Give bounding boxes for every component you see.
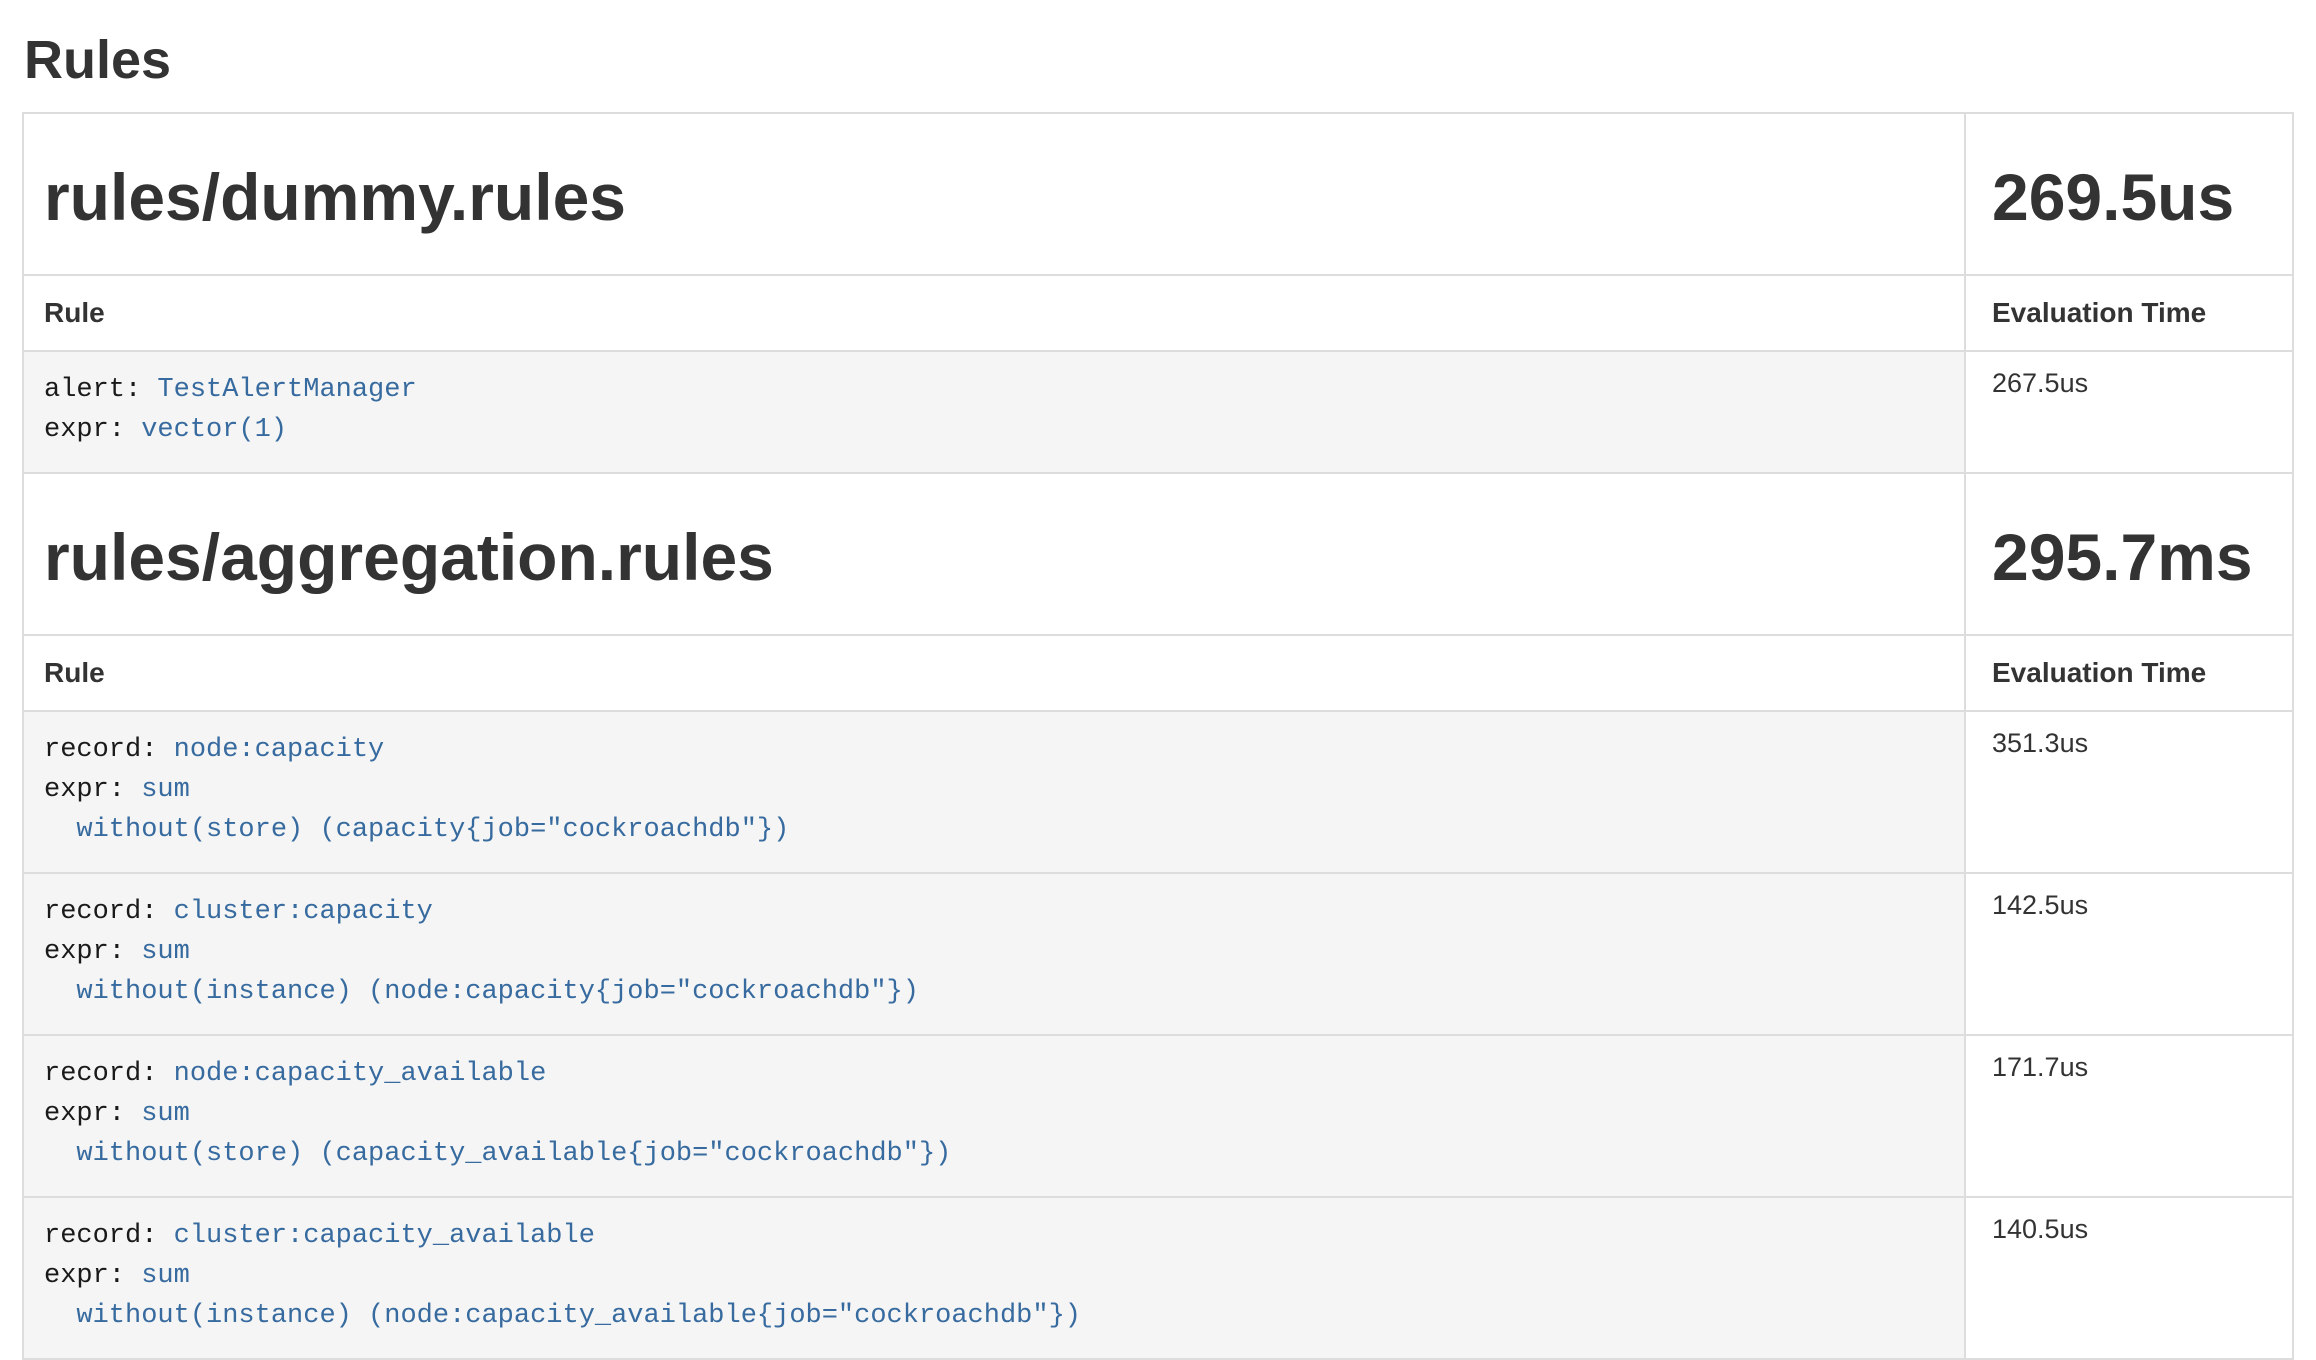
rule-group-eval-total: 295.7ms xyxy=(1992,520,2272,596)
rule-row: record: node:capacity_availableexpr: sum… xyxy=(23,1035,2293,1197)
rule-code-line: record: cluster:capacity_available xyxy=(44,1216,1944,1256)
rule-row: record: node:capacityexpr: sum without(s… xyxy=(23,711,2293,873)
eval-time-cell: 267.5us xyxy=(1965,351,2293,473)
eval-time-column-header: Evaluation Time xyxy=(1965,275,2293,351)
rule-code: record: cluster:capacity_availableexpr: … xyxy=(44,1216,1944,1336)
rule-row: record: cluster:capacity_availableexpr: … xyxy=(23,1197,2293,1359)
rule-code: record: node:capacity_availableexpr: sum… xyxy=(44,1054,1944,1174)
rule-group-eval-total-cell: 295.7ms xyxy=(1965,473,2293,635)
rule-code-text xyxy=(44,815,76,845)
rule-row: record: cluster:capacityexpr: sum withou… xyxy=(23,873,2293,1035)
column-header-row: Rule Evaluation Time xyxy=(23,275,2293,351)
rule-code-text: record: xyxy=(44,1059,174,1089)
rule-code: record: node:capacityexpr: sum without(s… xyxy=(44,730,1944,850)
rule-group-file-cell: rules/aggregation.rules xyxy=(23,473,1965,635)
rule-column-header: Rule xyxy=(23,275,1965,351)
rule-link[interactable]: without(instance) (node:capacity{job="co… xyxy=(76,977,919,1007)
rule-column-header: Rule xyxy=(23,635,1965,711)
rule-group-eval-total-cell: 269.5us xyxy=(1965,113,2293,275)
rule-group-file: rules/dummy.rules xyxy=(44,160,1944,236)
rule-link[interactable]: vector(1) xyxy=(141,415,287,445)
rule-code-text: record: xyxy=(44,735,174,765)
rule-code-text: record: xyxy=(44,1221,174,1251)
rule-code-text: expr: xyxy=(44,415,141,445)
rule-code-line: record: cluster:capacity xyxy=(44,892,1944,932)
rules-table: rules/dummy.rules 269.5us Rule Evaluatio… xyxy=(22,112,2294,1360)
rule-code-line: expr: vector(1) xyxy=(44,410,1944,450)
rule-code-line: expr: sum xyxy=(44,770,1944,810)
rule-cell: record: node:capacityexpr: sum without(s… xyxy=(23,711,1965,873)
rule-link[interactable]: node:capacity_available xyxy=(174,1059,547,1089)
rule-code-line: expr: sum xyxy=(44,1094,1944,1134)
rule-link[interactable]: sum xyxy=(141,937,190,967)
rule-code: record: cluster:capacityexpr: sum withou… xyxy=(44,892,1944,1012)
rule-link[interactable]: TestAlertManager xyxy=(157,375,416,405)
rule-code-text: expr: xyxy=(44,1261,141,1291)
rule-group-eval-total: 269.5us xyxy=(1992,160,2272,236)
eval-time-cell: 142.5us xyxy=(1965,873,2293,1035)
eval-time-column-header: Evaluation Time xyxy=(1965,635,2293,711)
rule-cell: record: node:capacity_availableexpr: sum… xyxy=(23,1035,1965,1197)
page-title: Rules xyxy=(24,29,2292,91)
rule-code-line: without(store) (capacity{job="cockroachd… xyxy=(44,810,1944,850)
rule-code-line: record: node:capacity_available xyxy=(44,1054,1944,1094)
rule-group-header-row: rules/dummy.rules 269.5us xyxy=(23,113,2293,275)
rule-code-text xyxy=(44,977,76,1007)
rule-cell: record: cluster:capacityexpr: sum withou… xyxy=(23,873,1965,1035)
rule-code-text: expr: xyxy=(44,1099,141,1129)
rule-code: alert: TestAlertManagerexpr: vector(1) xyxy=(44,370,1944,450)
rule-code-text: alert: xyxy=(44,375,157,405)
rule-code-line: expr: sum xyxy=(44,1256,1944,1296)
column-header-row: Rule Evaluation Time xyxy=(23,635,2293,711)
eval-time-cell: 171.7us xyxy=(1965,1035,2293,1197)
rule-code-line: alert: TestAlertManager xyxy=(44,370,1944,410)
rule-code-text xyxy=(44,1139,76,1169)
rule-link[interactable]: without(store) (capacity_available{job="… xyxy=(76,1139,951,1169)
rule-link[interactable]: without(store) (capacity{job="cockroachd… xyxy=(76,815,789,845)
rule-code-line: without(store) (capacity_available{job="… xyxy=(44,1134,1944,1174)
rule-code-text: record: xyxy=(44,897,174,927)
rule-group-file-cell: rules/dummy.rules xyxy=(23,113,1965,275)
page-content: Rules rules/dummy.rules 269.5us Rule Eva… xyxy=(0,29,2316,1360)
rule-code-text xyxy=(44,1301,76,1331)
rule-link[interactable]: node:capacity xyxy=(174,735,385,765)
rule-group-header-row: rules/aggregation.rules 295.7ms xyxy=(23,473,2293,635)
rule-link[interactable]: sum xyxy=(141,1261,190,1291)
rule-row: alert: TestAlertManagerexpr: vector(1) 2… xyxy=(23,351,2293,473)
rule-link[interactable]: cluster:capacity xyxy=(174,897,433,927)
rule-cell: alert: TestAlertManagerexpr: vector(1) xyxy=(23,351,1965,473)
rules-table-body: rules/dummy.rules 269.5us Rule Evaluatio… xyxy=(23,113,2293,1359)
rule-code-text: expr: xyxy=(44,775,141,805)
rule-code-line: record: node:capacity xyxy=(44,730,1944,770)
rule-group-file: rules/aggregation.rules xyxy=(44,520,1944,596)
rule-link[interactable]: sum xyxy=(141,775,190,805)
rule-code-line: without(instance) (node:capacity{job="co… xyxy=(44,972,1944,1012)
rule-cell: record: cluster:capacity_availableexpr: … xyxy=(23,1197,1965,1359)
eval-time-cell: 140.5us xyxy=(1965,1197,2293,1359)
rule-link[interactable]: without(instance) (node:capacity_availab… xyxy=(76,1301,1081,1331)
rule-link[interactable]: sum xyxy=(141,1099,190,1129)
eval-time-cell: 351.3us xyxy=(1965,711,2293,873)
rule-link[interactable]: cluster:capacity_available xyxy=(174,1221,595,1251)
rule-code-text: expr: xyxy=(44,937,141,967)
rule-code-line: without(instance) (node:capacity_availab… xyxy=(44,1296,1944,1336)
rule-code-line: expr: sum xyxy=(44,932,1944,972)
